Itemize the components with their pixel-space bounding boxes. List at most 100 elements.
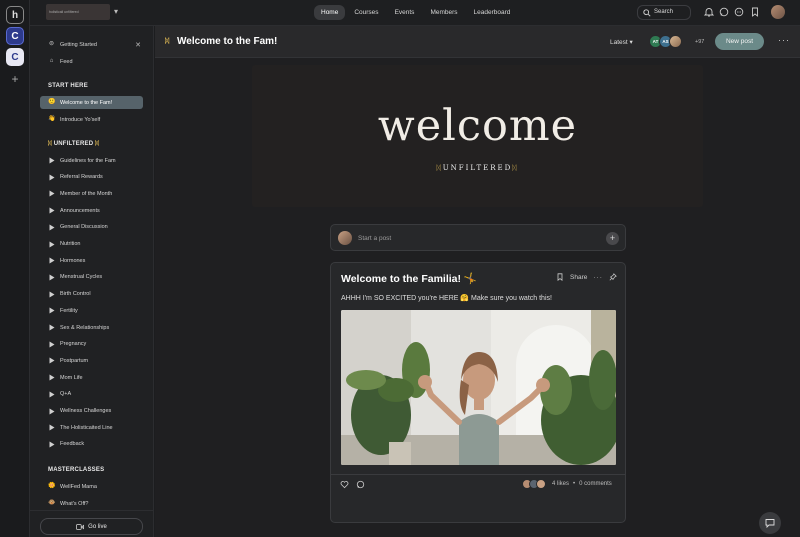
tab-home[interactable]: Home (314, 5, 346, 20)
more-options-icon[interactable]: ··· (778, 35, 790, 45)
close-icon[interactable]: ✕ (135, 41, 141, 49)
bookmark-icon[interactable] (556, 273, 564, 281)
play-icon (48, 357, 55, 364)
sidebar-item-introduce[interactable]: 👋 Introduce Yo'self (40, 113, 143, 126)
search-icon (643, 9, 651, 17)
likes-count[interactable]: 4 likes (552, 481, 569, 487)
sidebar-item-label: General Discussion (60, 224, 108, 231)
member-count: +97 (695, 39, 705, 45)
tab-courses[interactable]: Courses (347, 5, 385, 20)
brand-logo-text: holisticali unfiltered (49, 10, 79, 14)
sidebar-item-birth-control[interactable]: Birth Control (40, 288, 143, 301)
sidebar-item-feed[interactable]: ⌂ Feed (40, 55, 143, 68)
sidebar-item-label: Welcome to the Fam! (60, 99, 113, 106)
chat-bubble-icon (765, 519, 775, 528)
sidebar-item-mom-life[interactable]: Mom Life (40, 371, 143, 384)
section-heading-start-here: START HERE (48, 83, 88, 89)
comments-count[interactable]: 0 comments (579, 481, 612, 487)
bookmark-icon[interactable] (750, 7, 760, 17)
post-composer[interactable]: Start a post + (330, 224, 626, 251)
play-icon (48, 207, 55, 214)
smile-icon: 🙂 (48, 99, 56, 105)
sidebar-item-feedback[interactable]: Feedback (40, 438, 143, 451)
sidebar-item-wellfed-mama[interactable]: 🌼 WellFed Mama (40, 480, 143, 493)
home-icon: ⌂ (49, 58, 54, 64)
sidebar-item-label: The Holisticaited Line (60, 424, 113, 431)
chat-bubble-icon[interactable] (719, 7, 729, 17)
section-heading-unfiltered: ᛞ UNFILTERED ᛞ (48, 141, 99, 147)
sidebar-item-label: Wellness Challenges (60, 408, 112, 414)
sidebar-item-the-holisticaited-line[interactable]: The Holisticaited Line (40, 421, 143, 434)
more-options-icon[interactable]: ··· (593, 274, 603, 281)
sidebar-item-hormones[interactable]: Hormones (40, 254, 143, 267)
likers-facepile[interactable] (522, 479, 546, 489)
play-icon (48, 174, 55, 181)
sidebar-item-label: Birth Control (60, 291, 91, 298)
composer-placeholder: Start a post (358, 235, 392, 242)
sidebar-item-label: Introduce Yo'self (60, 116, 101, 123)
sidebar-item-guidelines-for-the-fam[interactable]: Guidelines for the Fam (40, 154, 143, 167)
community-c-icon[interactable]: C (6, 27, 24, 45)
post-card: Welcome to the Familia! 🤸 Share ··· AHHH… (330, 262, 626, 523)
heart-icon[interactable] (340, 480, 349, 489)
go-live-button[interactable]: Go live (40, 518, 143, 535)
comment-icon[interactable] (356, 480, 365, 489)
pin-icon[interactable] (609, 273, 617, 281)
welcome-banner: welcome ᛞUNFILTEREDᛞ (252, 65, 703, 207)
new-post-button[interactable]: New post (715, 33, 764, 50)
sidebar-item-announcements[interactable]: Announcements (40, 204, 143, 217)
sidebar-item-fertility[interactable]: Fertility (40, 304, 143, 317)
section-heading-label: UNFILTERED (53, 141, 94, 147)
rail-letter: C (11, 30, 19, 42)
sidebar-item-pregnancy[interactable]: Pregnancy (40, 338, 143, 351)
sidebar-item-sex-relationships[interactable]: Sex & Relationships (40, 321, 143, 334)
sidebar-item-whats-off[interactable]: 🐵 What's Off? (40, 497, 143, 510)
sidebar-item-general-discussion[interactable]: General Discussion (40, 221, 143, 234)
page-title: Welcome to the Fam! (177, 36, 278, 47)
chat-button[interactable] (759, 512, 781, 534)
add-icon[interactable]: + (606, 232, 619, 245)
search-button[interactable]: Search (637, 5, 691, 20)
sidebar-item-getting-started[interactable]: ⊜ Getting Started (40, 38, 143, 51)
space-emblem-icon: ᛞ (165, 38, 170, 45)
sidebar-item-postpartum[interactable]: Postpartum (40, 354, 143, 367)
rail-logo-letter: h (11, 9, 19, 21)
avatar (338, 231, 352, 245)
plus-icon[interactable]: + (6, 70, 24, 88)
messages-icon[interactable] (734, 7, 744, 17)
sidebar-item-menstrual-cycles[interactable]: Menstrual Cycles (40, 271, 143, 284)
chevron-down-icon[interactable]: ▾ (114, 7, 118, 16)
sidebar-item-wellness-challenges[interactable]: Wellness Challenges (40, 405, 143, 418)
play-icon (48, 408, 55, 415)
user-avatar[interactable] (771, 5, 785, 19)
post-title[interactable]: Welcome to the Familia! 🤸 (341, 272, 477, 285)
tab-members[interactable]: Members (423, 5, 464, 20)
sort-label: Latest (610, 39, 628, 46)
sidebar-item-member-of-the-month[interactable]: Member of the Month (40, 187, 143, 200)
holisticali-logo[interactable]: h (6, 6, 24, 24)
chevron-down-icon: ▾ (629, 39, 633, 46)
monkey-icon: 🐵 (48, 500, 56, 506)
sidebar-item-nutrition[interactable]: Nutrition (40, 238, 143, 251)
brand-logo[interactable]: holisticali unfiltered (46, 4, 110, 20)
community-c-icon[interactable]: C (6, 48, 24, 66)
play-icon (48, 257, 55, 264)
bell-icon[interactable] (704, 7, 714, 17)
tab-leaderboard[interactable]: Leaderboard (467, 5, 518, 20)
sidebar-item-q-a[interactable]: Q+A (40, 388, 143, 401)
video-thumbnail-image (341, 310, 616, 465)
sidebar-item-welcome[interactable]: 🙂 Welcome to the Fam! (40, 96, 143, 109)
play-icon (48, 307, 55, 314)
sidebar-item-referral-rewards[interactable]: Referral Rewards (40, 171, 143, 184)
community-switcher-rail: h C C + (0, 0, 30, 537)
banner-subtitle: ᛞUNFILTEREDᛞ (436, 164, 519, 172)
play-icon (48, 391, 55, 398)
tab-events[interactable]: Events (388, 5, 422, 20)
rail-letter: C (11, 51, 19, 63)
member-facepile[interactable]: AT AS (649, 35, 682, 48)
sidebar: ⊜ Getting Started ✕ ⌂ Feed START HERE 🙂 … (30, 26, 154, 537)
sort-dropdown[interactable]: Latest ▾ (610, 38, 633, 46)
share-button[interactable]: Share (570, 274, 587, 281)
video-player[interactable] (341, 310, 616, 465)
space-header: ᛞ Welcome to the Fam! Latest ▾ AT AS +97… (155, 26, 800, 58)
